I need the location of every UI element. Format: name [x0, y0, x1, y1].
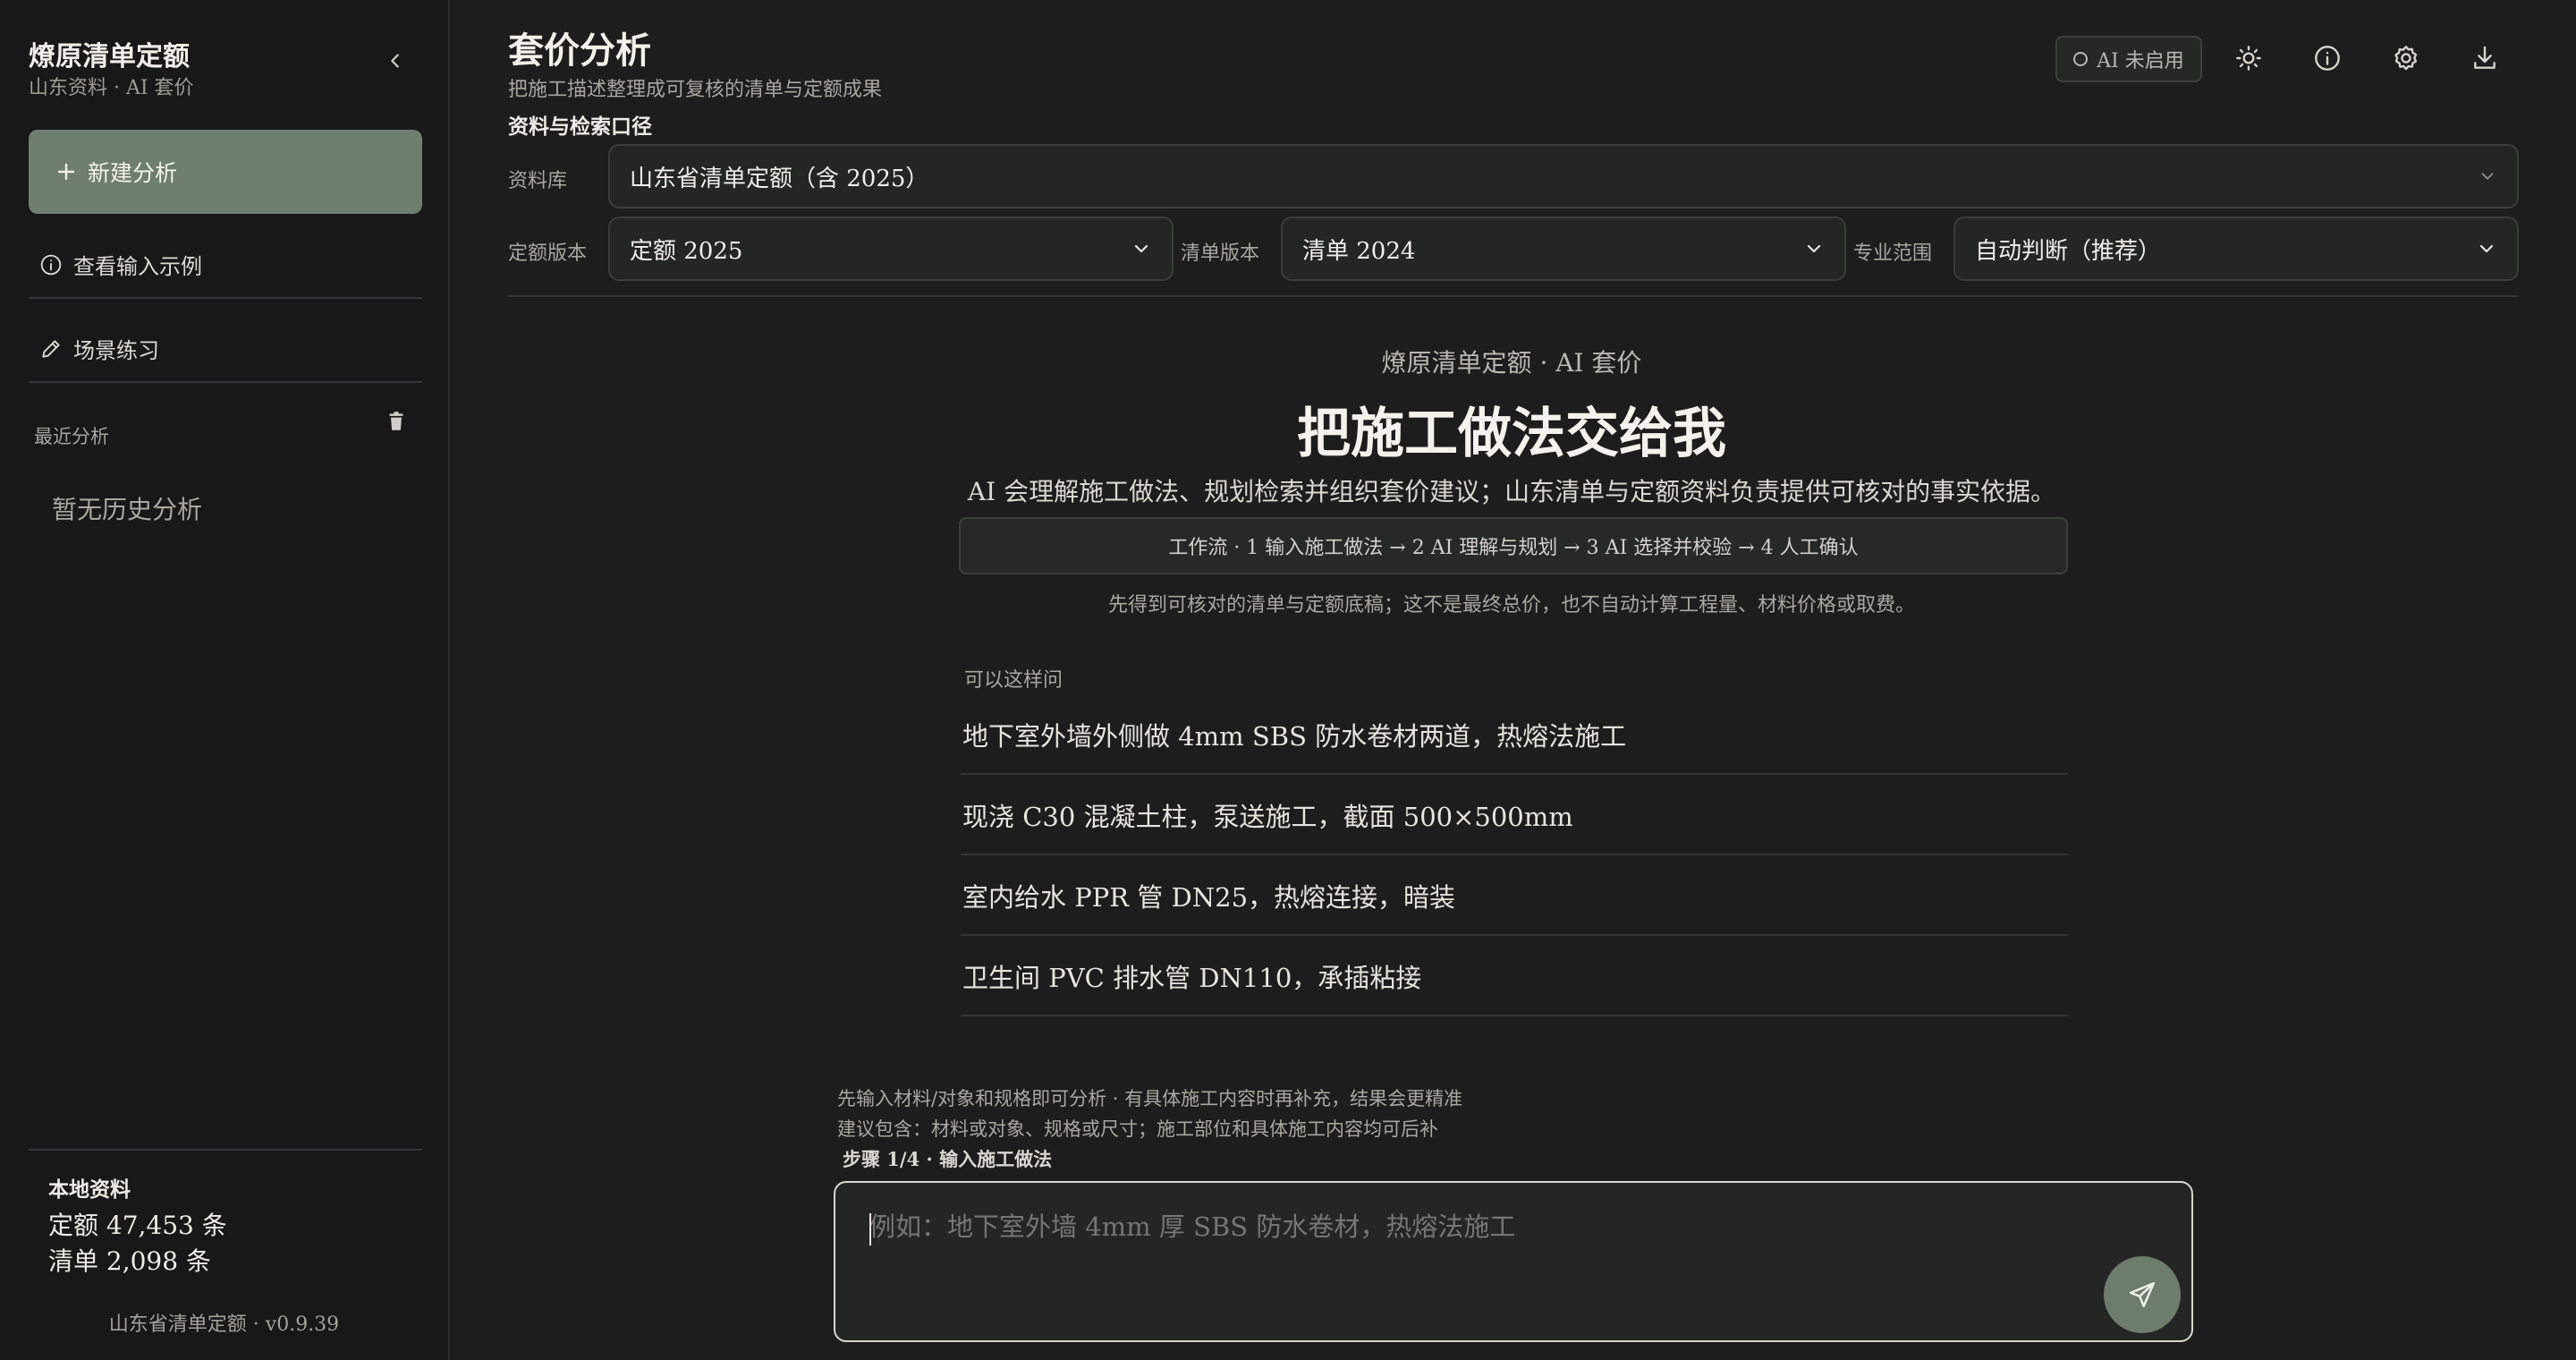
page-title: 套价分析 — [508, 30, 651, 72]
example-prompt[interactable]: 地下室外墙外侧做 4mm SBS 防水卷材两道，热熔法施工 — [961, 696, 2068, 775]
version-text: 山东省清单定额 · v0.9.39 — [108, 1313, 340, 1336]
divider — [29, 381, 422, 383]
scene-practice-label: 场景练习 — [73, 338, 159, 363]
plus-icon — [57, 163, 75, 181]
sidebar: 燎原清单定额 山东资料 · AI 套价 新建分析 查看输入示例 场景练习 最近分… — [0, 0, 450, 1360]
local-data-title: 本地资料 — [48, 1177, 131, 1202]
ai-status-badge[interactable]: AI 未启用 — [2055, 36, 2202, 82]
info-icon — [40, 254, 62, 275]
send-icon — [2129, 1281, 2156, 1308]
about-button[interactable] — [2308, 38, 2347, 78]
example-prompt[interactable]: 现浇 C30 混凝土柱，泵送施工，截面 500×500mm — [961, 777, 2068, 855]
empty-history-text: 暂无历史分析 — [52, 495, 203, 524]
chevron-down-icon — [1134, 244, 1148, 253]
hero-description: AI 会理解施工做法、规划检索并组织套价建议；山东清单与定额资料负责提供可核对的… — [967, 477, 2056, 506]
brand-title: 燎原清单定额 — [29, 41, 190, 72]
library-value: 山东省清单定额（含 2025） — [630, 165, 929, 192]
brand-subtitle: 山东资料 · AI 套价 — [29, 77, 194, 99]
list-count: 清单 2,098 条 — [48, 1246, 211, 1276]
text-caret — [869, 1213, 871, 1245]
examples-label: 可以这样问 — [964, 669, 1063, 692]
example-prompt[interactable]: 室内给水 PPR 管 DN25，热熔连接，暗装 — [961, 857, 2068, 936]
info-icon — [2315, 46, 2340, 71]
theme-toggle-button[interactable] — [2229, 38, 2268, 78]
pencil-icon — [42, 339, 60, 358]
view-examples-label: 查看输入示例 — [73, 254, 202, 279]
new-analysis-button[interactable]: 新建分析 — [29, 130, 422, 214]
list-version-value: 清单 2024 — [1302, 237, 1416, 265]
quota-version-label: 定额版本 — [508, 242, 588, 265]
divider — [29, 297, 422, 299]
clear-history-button[interactable] — [385, 410, 408, 437]
example-text: 卫生间 PVC 排水管 DN110，承插粘接 — [962, 963, 1422, 993]
scene-practice-link[interactable]: 场景练习 — [39, 333, 159, 364]
list-version-label: 清单版本 — [1181, 242, 1260, 265]
composer-hint: 先输入材料/对象和规格即可分析 · 有具体施工内容时再补充，结果会更精准 — [837, 1088, 1463, 1109]
library-select[interactable]: 山东省清单定额（含 2025） — [608, 144, 2519, 208]
sun-icon — [2236, 46, 2261, 71]
view-examples-link[interactable]: 查看输入示例 — [39, 249, 202, 280]
quota-version-select[interactable]: 定额 2025 — [608, 217, 1174, 281]
ai-status-text: AI 未启用 — [2097, 50, 2184, 72]
library-label: 资料库 — [508, 170, 568, 192]
hero-kicker: 燎原清单定额 · AI 套价 — [1381, 348, 1642, 378]
quota-count: 定额 47,453 条 — [48, 1211, 227, 1240]
composer-suggestion: 建议包含：材料或对象、规格或尺寸；施工部位和具体施工内容均可后补 — [837, 1118, 1438, 1140]
status-dot-icon — [2073, 52, 2089, 66]
workflow-text: 工作流 · 1 输入施工做法 → 2 AI 理解与规划 → 3 AI 选择并校验… — [1168, 537, 1859, 559]
list-version-select[interactable]: 清单 2024 — [1281, 217, 1846, 281]
chevron-down-icon — [2481, 173, 2494, 180]
settings-button[interactable] — [2386, 38, 2426, 78]
quota-version-value: 定额 2025 — [630, 237, 743, 265]
scope-select[interactable]: 自动判断（推荐） — [1953, 217, 2519, 281]
divider — [508, 295, 2519, 297]
filters-section-label: 资料与检索口径 — [508, 115, 652, 139]
composer — [834, 1181, 2193, 1342]
hero-note: 先得到可核对的清单与定额底稿；这不是最终总价，也不自动计算工程量、材料价格或取费… — [1107, 594, 1915, 616]
scope-label: 专业范围 — [1853, 242, 1933, 265]
workflow-banner: 工作流 · 1 输入施工做法 → 2 AI 理解与规划 → 3 AI 选择并校验… — [959, 517, 2068, 574]
download-icon — [2474, 46, 2496, 69]
download-button[interactable] — [2465, 38, 2504, 78]
scope-value: 自动判断（推荐） — [1975, 237, 2162, 265]
chevron-down-icon — [2479, 244, 2494, 253]
trash-icon — [389, 412, 403, 430]
example-text: 室内给水 PPR 管 DN25，热熔连接，暗装 — [962, 882, 1456, 913]
divider — [29, 1149, 422, 1151]
chevron-left-icon — [391, 54, 399, 68]
page-subtitle: 把施工描述整理成可复核的清单与定额成果 — [508, 79, 883, 101]
send-button[interactable] — [2104, 1256, 2181, 1333]
collapse-sidebar-button[interactable] — [376, 41, 415, 81]
example-text: 现浇 C30 混凝土柱，泵送施工，截面 500×500mm — [962, 802, 1573, 832]
recent-analysis-label: 最近分析 — [34, 426, 109, 447]
gear-icon — [2394, 46, 2418, 71]
chevron-down-icon — [1807, 244, 1821, 253]
step-indicator: 步骤 1/4 · 输入施工做法 — [843, 1148, 1053, 1170]
example-prompt[interactable]: 卫生间 PVC 排水管 DN110，承插粘接 — [961, 938, 2068, 1016]
example-text: 地下室外墙外侧做 4mm SBS 防水卷材两道，热熔法施工 — [962, 721, 1627, 752]
construction-input[interactable] — [869, 1211, 2050, 1242]
new-analysis-label: 新建分析 — [88, 160, 178, 186]
hero-title: 把施工做法交给我 — [1297, 403, 1726, 465]
